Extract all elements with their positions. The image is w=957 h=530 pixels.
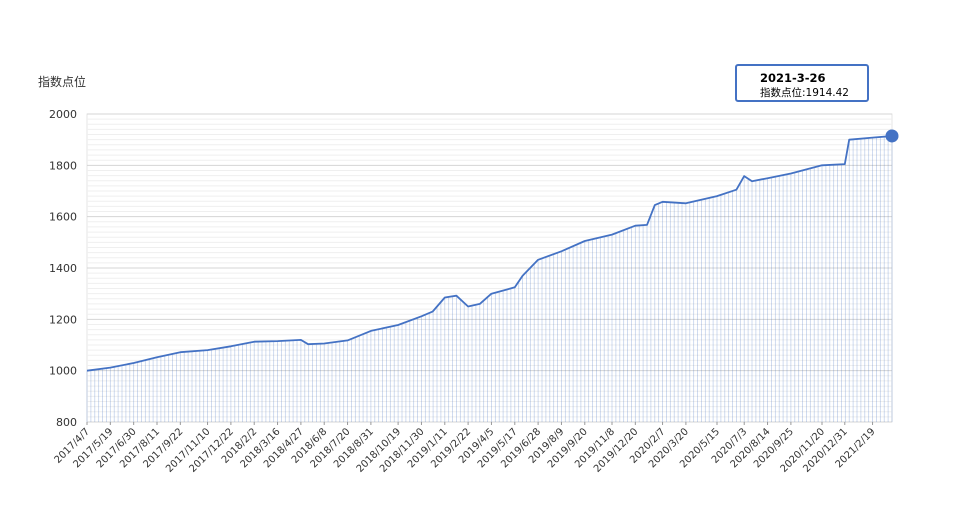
area-layer xyxy=(86,135,893,422)
y-tick-label: 1800 xyxy=(49,159,77,172)
y-axis-title: 指数点位 xyxy=(38,75,87,89)
y-tick-label: 800 xyxy=(56,416,77,429)
chart-container: 800 1000 1200 1400 1600 1800 2000 2017/4/7 2017/… xyxy=(0,0,957,530)
y-tick-label: 1600 xyxy=(49,211,77,224)
y-tick-label: 2000 xyxy=(49,108,77,121)
axis-layer: 8001000120014001600180020002017/4/72017/… xyxy=(49,108,878,475)
y-tick-label: 1200 xyxy=(49,313,77,326)
y-tick-label: 1400 xyxy=(49,262,77,275)
tooltip-date: 2021-3-26 xyxy=(760,71,826,85)
tooltip-value: 指数点位:1914.42 xyxy=(760,87,849,99)
marker-layer[interactable] xyxy=(885,129,899,143)
y-tick-label: 1000 xyxy=(49,365,77,378)
highlighted-data-point[interactable] xyxy=(885,129,899,143)
data-tooltip: 2021-3-26 指数点位:1914.42 xyxy=(735,64,869,102)
